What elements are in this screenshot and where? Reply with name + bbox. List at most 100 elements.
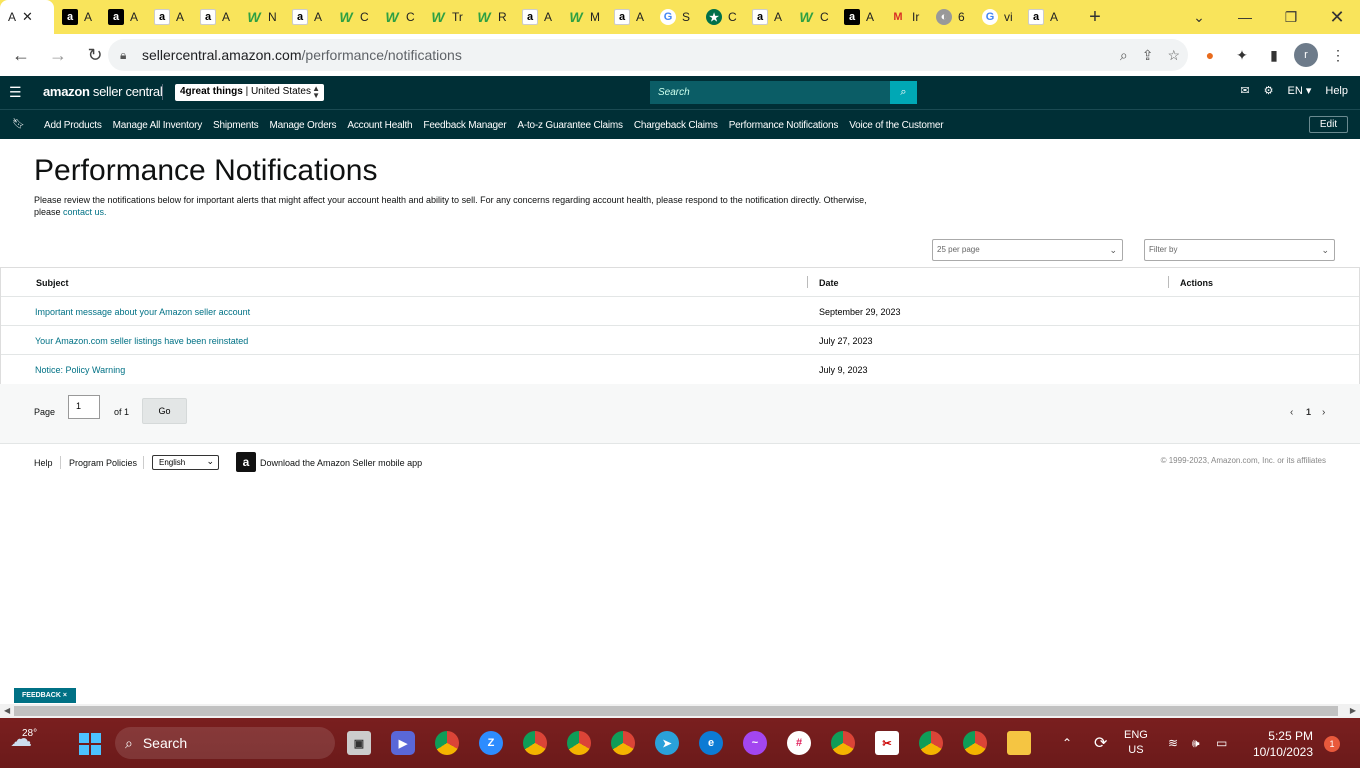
chrome-icon[interactable] bbox=[919, 731, 943, 755]
close-window-button[interactable]: ✕ bbox=[1314, 0, 1360, 34]
browser-tab[interactable]: aA bbox=[744, 0, 790, 34]
browser-tab[interactable]: aA bbox=[514, 0, 560, 34]
chrome-icon[interactable] bbox=[567, 731, 591, 755]
nav-item[interactable]: Feedback Manager bbox=[423, 120, 506, 131]
browser-tab[interactable]: WC bbox=[790, 0, 836, 34]
browser-tab[interactable]: W Tr bbox=[422, 0, 468, 34]
mail-icon[interactable]: ✉ bbox=[1240, 84, 1249, 97]
sync-icon[interactable]: ⟳ bbox=[1094, 718, 1107, 768]
input-language[interactable]: ENG US bbox=[1124, 718, 1148, 768]
current-page-number[interactable]: 1 bbox=[1306, 407, 1311, 417]
column-header-date[interactable]: Date bbox=[819, 278, 839, 288]
tray-overflow-icon[interactable]: ⌃ bbox=[1062, 718, 1072, 768]
tab-search-chevron-icon[interactable]: ⌄ bbox=[1176, 0, 1222, 34]
notification-subject-link[interactable]: Your Amazon.com seller listings have bee… bbox=[35, 336, 248, 346]
browser-tab[interactable]: aA bbox=[1020, 0, 1066, 34]
browser-tab[interactable]: A ✕ bbox=[0, 0, 54, 34]
nav-item[interactable]: Voice of the Customer bbox=[849, 120, 943, 131]
chrome-icon[interactable] bbox=[611, 731, 635, 755]
horizontal-scrollbar[interactable]: ◀ ▶ bbox=[0, 704, 1360, 718]
weather-widget[interactable]: ☁ 28° bbox=[10, 726, 37, 752]
minimize-button[interactable]: — bbox=[1222, 0, 1268, 34]
browser-tab[interactable]: M Ir bbox=[882, 0, 928, 34]
nav-item[interactable]: Add Products bbox=[44, 120, 102, 131]
page-number-input[interactable]: 1 bbox=[68, 395, 100, 419]
browser-tab[interactable]: aA bbox=[54, 0, 100, 34]
volume-icon[interactable]: 🕪︎ bbox=[1192, 718, 1200, 768]
firefox-extension-icon[interactable]: ● bbox=[1198, 43, 1222, 67]
chrome-icon[interactable] bbox=[831, 731, 855, 755]
next-page-icon[interactable]: › bbox=[1322, 407, 1325, 418]
hamburger-menu-icon[interactable]: ☰ bbox=[9, 84, 22, 101]
browser-tab[interactable]: aA bbox=[836, 0, 882, 34]
nav-item[interactable]: Account Health bbox=[347, 120, 412, 131]
browser-tab[interactable]: aA bbox=[100, 0, 146, 34]
gear-icon[interactable]: ⚙ bbox=[1264, 84, 1274, 97]
file-explorer-icon[interactable] bbox=[1007, 731, 1031, 755]
bookmark-icon[interactable]: 🔖︎ bbox=[12, 119, 25, 130]
extensions-puzzle-icon[interactable]: ✦ bbox=[1230, 43, 1254, 67]
browser-tab[interactable]: WR bbox=[468, 0, 514, 34]
browser-tab[interactable]: aA bbox=[606, 0, 652, 34]
footer-help-link[interactable]: Help bbox=[34, 458, 53, 468]
nav-item[interactable]: Performance Notifications bbox=[729, 120, 839, 131]
program-policies-link[interactable]: Program Policies bbox=[69, 458, 137, 468]
bookmark-star-icon[interactable]: ☆ bbox=[1167, 47, 1180, 64]
browser-tab[interactable]: GS bbox=[652, 0, 698, 34]
slack-icon[interactable]: # bbox=[787, 731, 811, 755]
nav-item[interactable]: Manage Orders bbox=[269, 120, 336, 131]
back-button[interactable]: ← bbox=[5, 39, 37, 71]
scroll-right-icon[interactable]: ▶ bbox=[1350, 706, 1356, 715]
task-view-icon[interactable]: ▣ bbox=[347, 731, 371, 755]
download-app-link[interactable]: Download the Amazon Seller mobile app bbox=[260, 458, 422, 468]
windows-start-icon[interactable] bbox=[79, 733, 101, 755]
amazon-app-icon[interactable]: a bbox=[236, 452, 256, 472]
header-search-input[interactable]: Search bbox=[650, 81, 890, 104]
scroll-left-icon[interactable]: ◀ bbox=[4, 706, 10, 715]
share-icon[interactable]: ⇪ bbox=[1142, 47, 1154, 64]
browser-tab[interactable]: aA bbox=[146, 0, 192, 34]
notification-badge[interactable]: 1 bbox=[1324, 736, 1340, 752]
teams-meet-icon[interactable]: ▶ bbox=[391, 731, 415, 755]
zoom-app-icon[interactable]: Z bbox=[479, 731, 503, 755]
nav-item[interactable]: A-to-z Guarantee Claims bbox=[517, 120, 623, 131]
feedback-button[interactable]: FEEDBACK × bbox=[14, 688, 76, 703]
wifi-icon[interactable]: ≋ bbox=[1168, 718, 1178, 768]
browser-tab[interactable]: aA bbox=[284, 0, 330, 34]
go-button[interactable]: Go bbox=[142, 398, 187, 424]
chrome-icon[interactable] bbox=[435, 731, 459, 755]
telegram-icon[interactable]: ➤ bbox=[655, 731, 679, 755]
search-icon[interactable]: ⌕ bbox=[890, 81, 917, 104]
browser-tab[interactable]: WM bbox=[560, 0, 606, 34]
browser-tab[interactable]: ★ C bbox=[698, 0, 744, 34]
browser-tab[interactable]: Gvi bbox=[974, 0, 1020, 34]
account-switcher[interactable]: 4great things | United States ▲ ▼ bbox=[175, 84, 324, 101]
close-tab-icon[interactable]: ✕ bbox=[22, 9, 33, 25]
taskbar-search[interactable]: ⌕ Search bbox=[115, 727, 335, 759]
chrome-icon[interactable] bbox=[963, 731, 987, 755]
edit-nav-button[interactable]: Edit bbox=[1309, 116, 1348, 133]
url-text[interactable]: sellercentral.amazon.com/performance/not… bbox=[142, 47, 462, 63]
profile-avatar[interactable]: r bbox=[1294, 43, 1318, 67]
omnibox[interactable]: 🔒︎ sellercentral.amazon.com/performance/… bbox=[108, 39, 1188, 71]
browser-tab[interactable]: WN bbox=[238, 0, 284, 34]
language-selector[interactable]: EN ▾ bbox=[1288, 84, 1312, 97]
zoom-icon[interactable]: ⌕ bbox=[1120, 47, 1128, 64]
seller-central-logo[interactable]: amazon seller central bbox=[43, 84, 163, 99]
scrollbar-thumb[interactable] bbox=[14, 706, 1338, 716]
notification-subject-link[interactable]: Notice: Policy Warning bbox=[35, 365, 125, 375]
footer-language-select[interactable]: English ⌄ bbox=[152, 455, 219, 470]
chrome-menu-icon[interactable]: ⋮ bbox=[1326, 43, 1350, 67]
snipping-tool-icon[interactable]: ✂ bbox=[875, 731, 899, 755]
nav-item[interactable]: Shipments bbox=[213, 120, 259, 131]
forward-button[interactable]: → bbox=[42, 39, 74, 71]
edge-icon[interactable]: e bbox=[699, 731, 723, 755]
prev-page-icon[interactable]: ‹ bbox=[1290, 407, 1293, 418]
side-panel-icon[interactable]: ▮ bbox=[1262, 43, 1286, 67]
battery-icon[interactable]: ▭ bbox=[1216, 718, 1227, 768]
browser-tab[interactable]: ◐ 6 bbox=[928, 0, 974, 34]
nav-item[interactable]: Manage All Inventory bbox=[113, 120, 203, 131]
help-link[interactable]: Help bbox=[1325, 85, 1348, 97]
clock[interactable]: 5:25 PM 10/10/2023 bbox=[1253, 728, 1313, 760]
per-page-select[interactable]: 25 per page ⌄ bbox=[932, 239, 1123, 261]
